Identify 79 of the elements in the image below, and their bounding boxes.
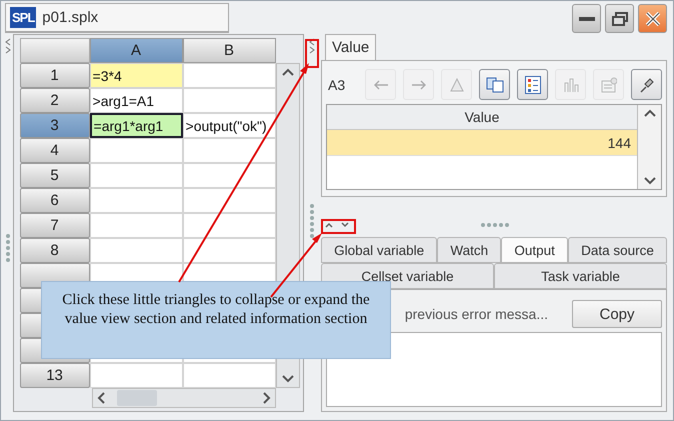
row-header[interactable]: 8: [20, 238, 90, 263]
highlight-frame: [321, 219, 356, 234]
restore-icon: [612, 12, 628, 26]
row-header[interactable]: 1: [20, 63, 90, 88]
info-tab[interactable]: Global variable: [321, 237, 438, 263]
close-icon: [644, 12, 660, 26]
expand-down-icon[interactable]: [341, 222, 349, 228]
bar-chart-icon: [562, 76, 578, 92]
document-title: p01.splx: [42, 9, 98, 26]
scroll-up-icon[interactable]: [644, 109, 656, 117]
grid-cell[interactable]: =arg1*arg1: [90, 113, 183, 138]
close-button[interactable]: [638, 4, 667, 33]
toolbar-button[interactable]: [479, 69, 510, 100]
scroll-right-icon[interactable]: [262, 392, 271, 404]
scroll-left-icon[interactable]: [96, 392, 105, 404]
row-header[interactable]: 13: [20, 363, 90, 388]
collapse-arrows-icon[interactable]: [309, 38, 316, 54]
resize-grip[interactable]: [481, 223, 509, 227]
scroll-down-icon[interactable]: [282, 375, 294, 383]
copy-icon: [486, 76, 504, 92]
grid-cell[interactable]: >arg1=A1: [90, 88, 183, 113]
highlight-frame: [305, 39, 319, 68]
row-header[interactable]: 3: [20, 113, 90, 138]
horizontal-scrollbar[interactable]: [92, 388, 276, 408]
resize-grip[interactable]: [6, 234, 10, 262]
scroll-down-icon[interactable]: [644, 177, 656, 185]
status-message: previous error messa...: [404, 306, 548, 322]
grid-cell[interactable]: [90, 238, 183, 263]
minimize-button[interactable]: [572, 4, 601, 33]
cell-reference: A3: [327, 76, 346, 92]
grid-cell[interactable]: [182, 88, 276, 113]
toolbar-button[interactable]: [517, 69, 548, 100]
info-tab[interactable]: Watch: [437, 237, 502, 263]
info-tab[interactable]: Data source: [568, 237, 668, 263]
row-header[interactable]: 2: [20, 88, 90, 113]
row-header[interactable]: 7: [20, 213, 90, 238]
back-arrow-icon: [372, 78, 388, 90]
forward-arrow-icon: [410, 78, 426, 90]
grid-cell[interactable]: [182, 238, 276, 263]
restore-button[interactable]: [605, 4, 634, 33]
document-tab[interactable]: SPL p01.splx: [5, 3, 229, 33]
corner-header: [20, 38, 90, 63]
grid-cell[interactable]: [90, 138, 183, 163]
triangle-icon: [448, 76, 464, 92]
resize-grip[interactable]: [310, 204, 314, 238]
grid-cell[interactable]: [90, 163, 183, 188]
grid-cell[interactable]: >output("ok"): [182, 113, 276, 138]
list-icon: [524, 76, 540, 94]
annotation-tooltip: Click these little triangles to collapse or expand the value view section and related information section: [41, 281, 391, 359]
toolbar-button[interactable]: [631, 69, 662, 100]
grid-cell[interactable]: =3*4: [90, 63, 183, 88]
properties-icon: [600, 76, 616, 92]
column-header[interactable]: A: [90, 38, 183, 63]
grid-cell[interactable]: [182, 363, 276, 388]
value-tab[interactable]: Value: [325, 34, 376, 60]
grid-cell[interactable]: [182, 163, 276, 188]
app-logo: SPL: [10, 7, 36, 28]
grid-cell[interactable]: [90, 363, 183, 388]
column-header: Value: [327, 105, 637, 130]
info-tab[interactable]: Task variable: [494, 263, 667, 289]
row-header[interactable]: 4: [20, 138, 90, 163]
grid-cell[interactable]: [182, 213, 276, 238]
grid-cell[interactable]: [90, 213, 183, 238]
grid-cell[interactable]: [182, 138, 276, 163]
copy-button[interactable]: Copy: [572, 300, 662, 328]
column-header[interactable]: B: [182, 38, 276, 63]
value-cell[interactable]: 144: [327, 130, 637, 156]
grid-cell[interactable]: [182, 188, 276, 213]
pin-icon: [638, 76, 654, 92]
info-tab[interactable]: Output: [501, 237, 568, 263]
grid-cell[interactable]: [182, 63, 276, 88]
row-header[interactable]: 6: [20, 188, 90, 213]
minimize-icon: [578, 16, 594, 22]
expand-arrows-icon[interactable]: [4, 38, 11, 54]
row-header[interactable]: 5: [20, 163, 90, 188]
collapse-up-icon[interactable]: [325, 222, 333, 228]
grid-cell[interactable]: [90, 188, 183, 213]
vertical-scrollbar[interactable]: [637, 105, 661, 189]
scroll-up-icon[interactable]: [282, 68, 294, 76]
